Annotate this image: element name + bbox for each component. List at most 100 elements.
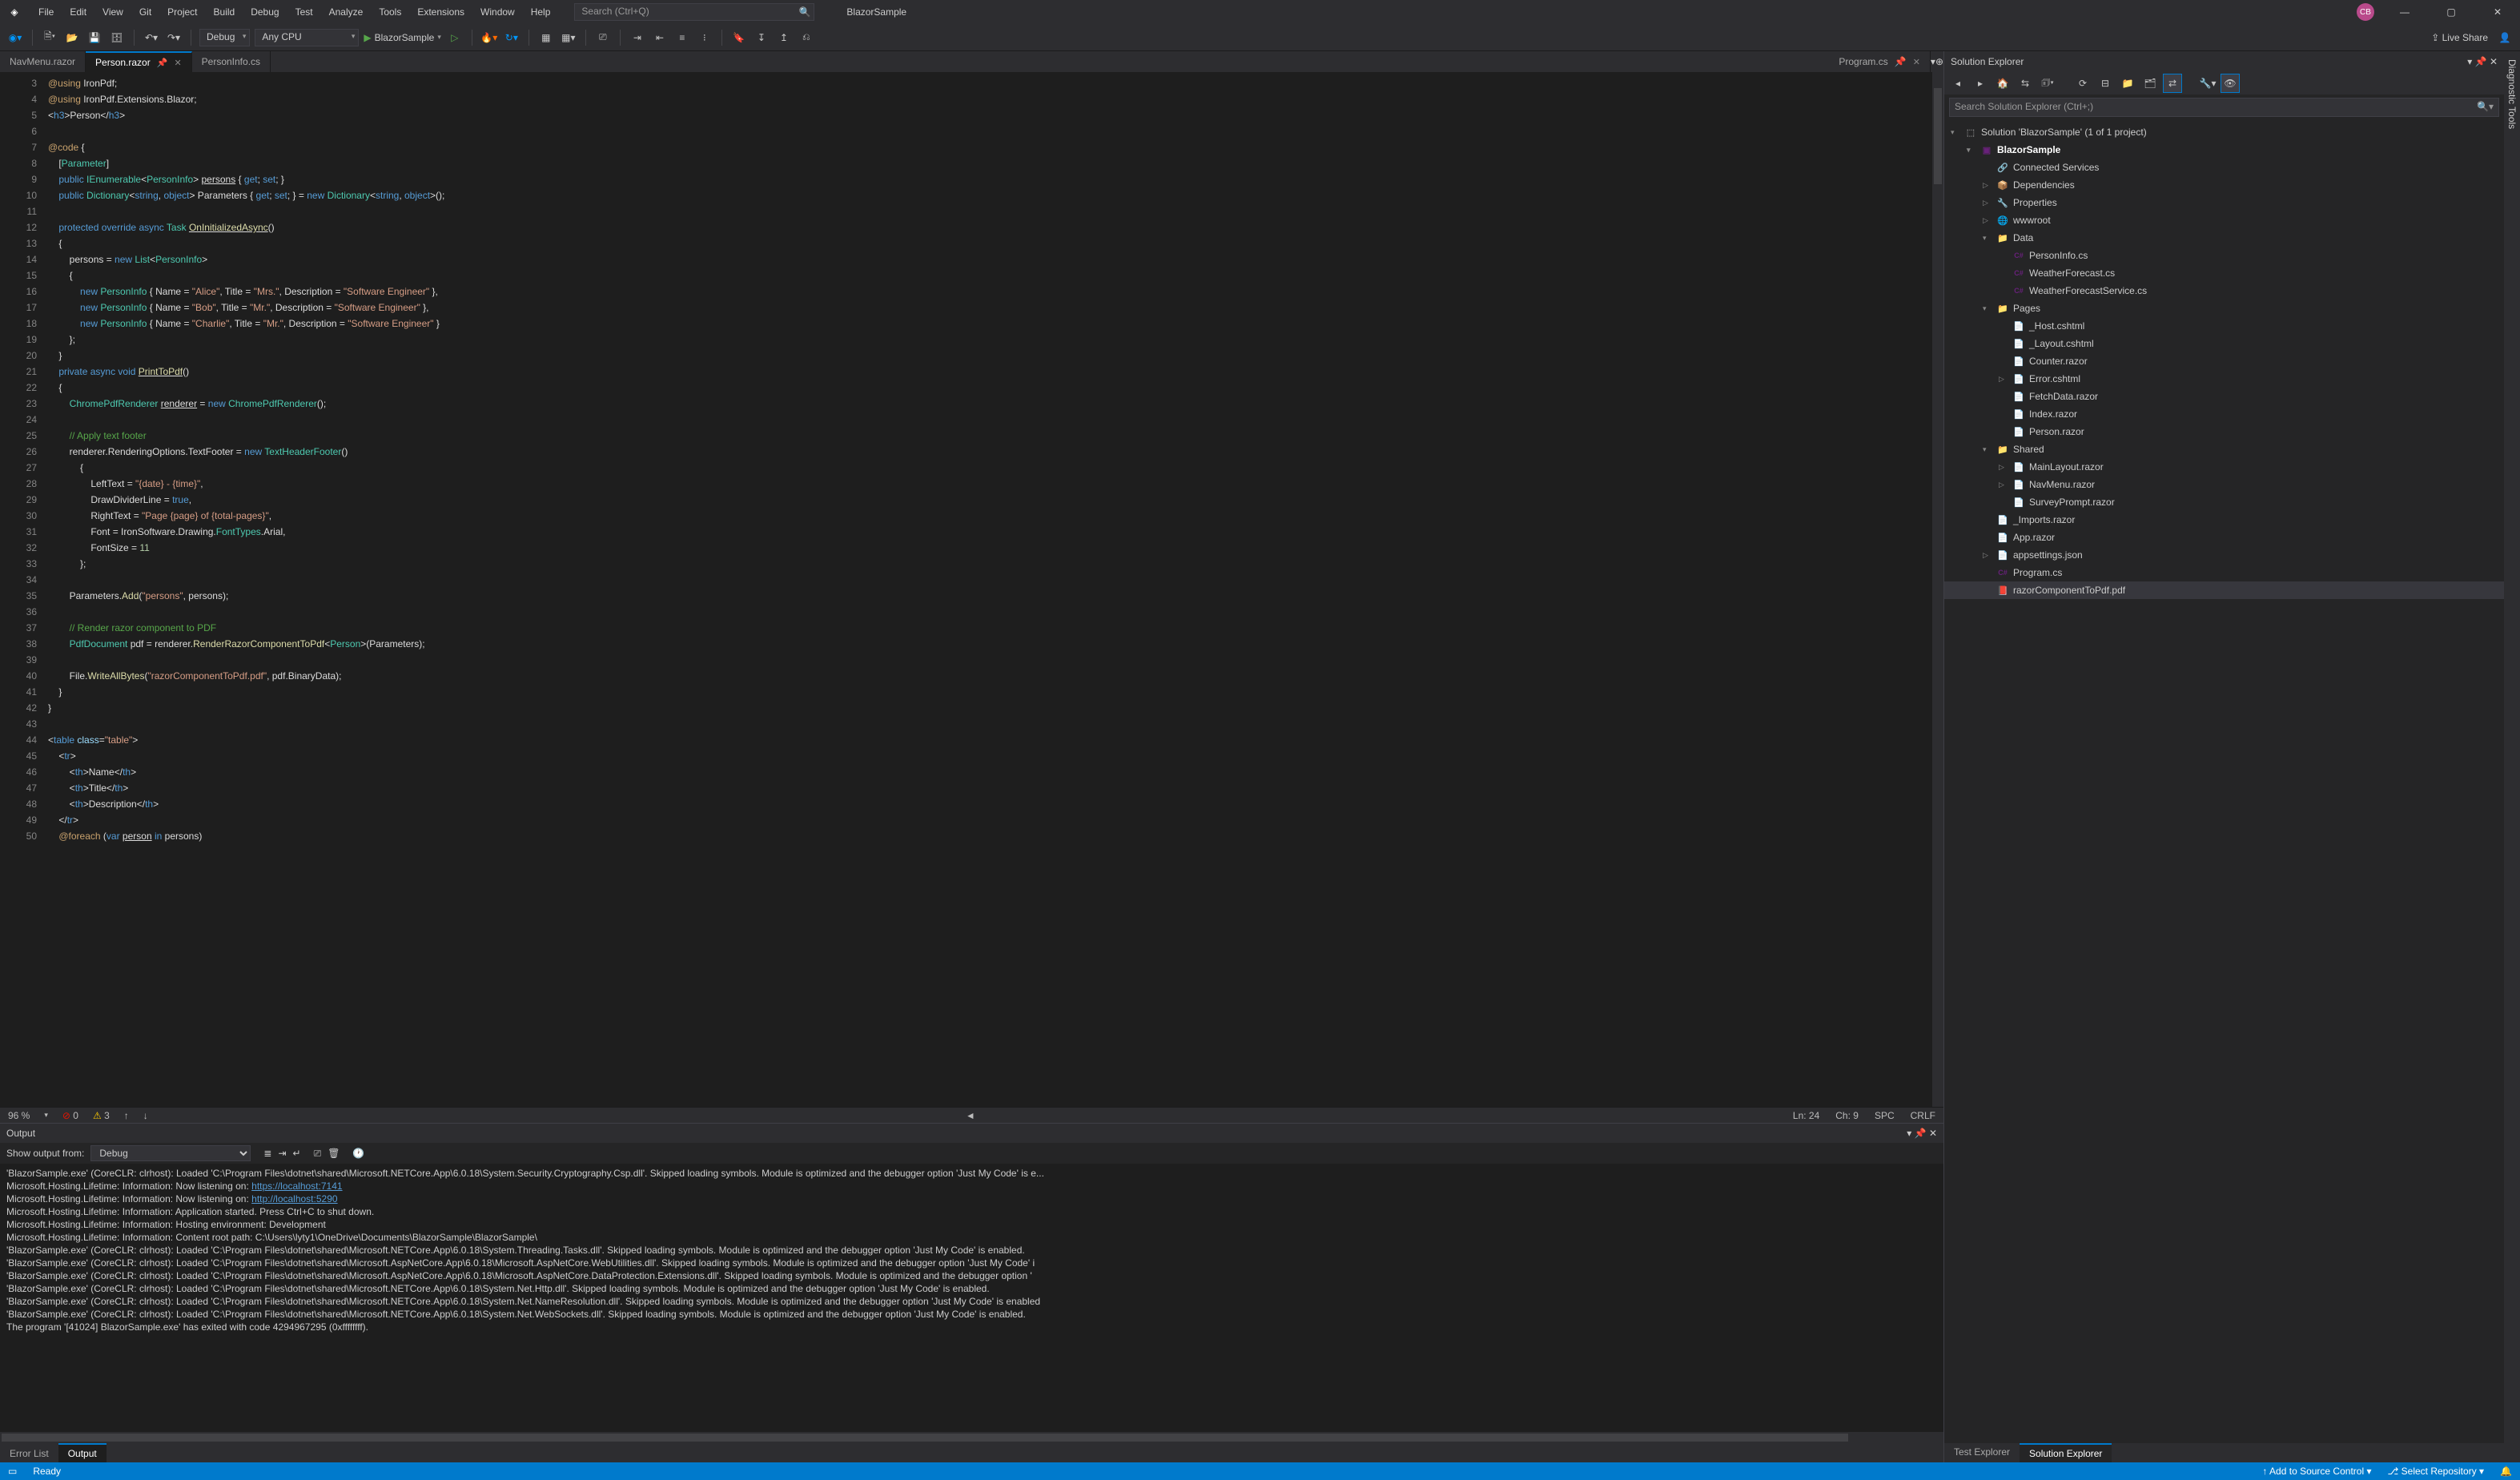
close-button[interactable]: ✕ [2482, 6, 2514, 18]
tree-item[interactable]: 📄 _Imports.razor [1944, 511, 2504, 529]
hot-reload-icon[interactable]: 🔥▾ [480, 29, 498, 46]
menu-edit[interactable]: Edit [62, 3, 94, 21]
add-source-control-button[interactable]: ↑ Add to Source Control ▾ [2262, 1466, 2371, 1477]
pin-icon[interactable]: 📌 [1895, 56, 1907, 67]
t4-icon[interactable]: ⇥ [629, 29, 646, 46]
tree-item[interactable]: ▷ 📦 Dependencies [1944, 176, 2504, 194]
sol-refresh-icon[interactable]: ⟳ [2074, 74, 2092, 92]
t8-icon[interactable]: ↧ [753, 29, 770, 46]
tree-item[interactable]: C# PersonInfo.cs [1944, 247, 2504, 264]
close-tab-icon[interactable]: ✕ [174, 58, 181, 68]
select-repository-button[interactable]: ⎇ Select Repository ▾ [2387, 1466, 2484, 1477]
sol-filter-icon[interactable]: 🗊▾ [2039, 74, 2056, 92]
home-icon[interactable]: 🏠 [1994, 74, 2012, 92]
tree-item[interactable]: 📄 _Layout.cshtml [1944, 335, 2504, 352]
menu-test[interactable]: Test [287, 3, 321, 21]
pin-icon[interactable]: 📌 [157, 58, 168, 68]
redo-icon[interactable]: ↷▾ [165, 29, 183, 46]
tree-item[interactable]: 📄 FetchData.razor [1944, 388, 2504, 405]
sol-dropdown-icon[interactable]: ▾ [2467, 56, 2472, 67]
expand-icon[interactable]: ▷ [1999, 375, 2008, 384]
output-textarea[interactable]: 'BlazorSample.exe' (CoreCLR: clrhost): L… [0, 1164, 1943, 1432]
sol-t1-icon[interactable]: 🗂 [2141, 74, 2159, 92]
tab-person[interactable]: Person.razor 📌 ✕ [86, 51, 192, 72]
sol-pin-icon[interactable]: 📌 [2475, 56, 2487, 67]
panel-dropdown-icon[interactable]: ▾ [1907, 1128, 1911, 1139]
menu-window[interactable]: Window [472, 3, 523, 21]
t9-icon[interactable]: ↥ [775, 29, 793, 46]
scrollbar-thumb[interactable] [1934, 88, 1942, 184]
tree-item[interactable]: 🔗 Connected Services [1944, 159, 2504, 176]
panel-pin-icon[interactable]: 📌 [1915, 1128, 1927, 1139]
tree-item[interactable]: ▷ 📄 Error.cshtml [1944, 370, 2504, 388]
live-share-button[interactable]: ⇪ Live Share [2431, 32, 2488, 43]
tree-item[interactable]: 📕 razorComponentToPdf.pdf [1944, 581, 2504, 599]
menu-tools[interactable]: Tools [371, 3, 409, 21]
global-search-input[interactable]: Search (Ctrl+Q) 🔍 [574, 3, 814, 21]
tab-add-icon[interactable]: ⊕ [1935, 56, 1943, 67]
output-wrap-icon[interactable]: ↵ [293, 1148, 301, 1159]
code-editor[interactable]: 3 4 5 6 7 8 9 10 11 12 13 14 15 16 17 18… [0, 72, 1943, 1107]
minimize-button[interactable]: — [2389, 6, 2421, 18]
notifications-icon[interactable]: 🔔 [2500, 1466, 2512, 1477]
sol-showall-icon[interactable]: 📁 [2119, 74, 2136, 92]
output-source-select[interactable]: Debug [90, 1145, 251, 1161]
expand-icon[interactable]: ▾ [1951, 128, 1960, 137]
tree-item[interactable]: 📄 App.razor [1944, 529, 2504, 546]
expand-icon[interactable]: ▷ [1983, 551, 1992, 560]
solution-tree[interactable]: ▾ ⬚ Solution 'BlazorSample' (1 of 1 proj… [1944, 120, 2504, 1443]
menu-project[interactable]: Project [159, 3, 205, 21]
tree-solution-root[interactable]: ▾ ⬚ Solution 'BlazorSample' (1 of 1 proj… [1944, 123, 2504, 141]
t3-icon[interactable]: ⎚ [594, 29, 612, 46]
tree-item[interactable]: ▾ 📁 Shared [1944, 440, 2504, 458]
zoom-level[interactable]: 96 % [8, 1110, 30, 1121]
vertical-scrollbar[interactable] [1932, 72, 1943, 1107]
menu-build[interactable]: Build [206, 3, 243, 21]
menu-extensions[interactable]: Extensions [409, 3, 472, 21]
start-debug-button[interactable]: ▶ BlazorSample ▾ [364, 32, 440, 43]
expand-icon[interactable]: ▾ [1967, 146, 1976, 155]
tree-item[interactable]: 📄 SurveyPrompt.razor [1944, 493, 2504, 511]
tree-project[interactable]: ▾ ▣ BlazorSample [1944, 141, 2504, 159]
menu-file[interactable]: File [30, 3, 62, 21]
sol-back-icon[interactable]: ◂ [1949, 74, 1967, 92]
t7-icon[interactable]: ⁝ [696, 29, 713, 46]
expand-icon[interactable]: ▾ [1983, 304, 1992, 313]
menu-debug[interactable]: Debug [243, 3, 287, 21]
output-clock-icon[interactable]: 🕐 [352, 1148, 364, 1159]
tree-item[interactable]: C# Program.cs [1944, 564, 2504, 581]
sol-properties-icon[interactable]: 🔧▾ [2199, 74, 2217, 92]
undo-icon[interactable]: ↶▾ [143, 29, 160, 46]
tree-item[interactable]: ▷ 📄 NavMenu.razor [1944, 476, 2504, 493]
sol-preview-icon[interactable]: 👁 [2221, 74, 2239, 92]
expand-icon[interactable]: ▾ [1983, 234, 1992, 243]
save-all-icon[interactable]: 🗄 [108, 29, 126, 46]
nav-down-icon[interactable]: ↓ [143, 1110, 148, 1121]
tree-item[interactable]: 📄 _Host.cshtml [1944, 317, 2504, 335]
tab-solution-explorer[interactable]: Solution Explorer [2020, 1443, 2112, 1462]
tree-item[interactable]: 📄 Index.razor [1944, 405, 2504, 423]
lineend-crlf[interactable]: CRLF [1911, 1110, 1935, 1121]
solution-search-input[interactable]: Search Solution Explorer (Ctrl+;) 🔍▾ [1949, 98, 2499, 117]
expand-icon[interactable]: ▾ [1983, 445, 1992, 454]
close-tab-icon[interactable]: ✕ [1913, 57, 1920, 67]
menu-help[interactable]: Help [523, 3, 559, 21]
nav-back-icon[interactable]: ◉▾ [6, 29, 24, 46]
admin-icon[interactable]: 👤 [2496, 29, 2514, 46]
tab-navmenu[interactable]: NavMenu.razor [0, 51, 86, 72]
new-project-icon[interactable]: 🗎▾ [41, 29, 58, 46]
tree-item[interactable]: ▷ 📄 MainLayout.razor [1944, 458, 2504, 476]
errors-count[interactable]: ⊘ 0 [62, 1110, 78, 1121]
t1-icon[interactable]: ▦ [537, 29, 555, 46]
sol-collapse-icon[interactable]: ⊟ [2096, 74, 2114, 92]
start-nodebug-icon[interactable]: ▷ [446, 29, 464, 46]
tree-item[interactable]: C# WeatherForecastService.cs [1944, 282, 2504, 300]
output-clear-icon[interactable]: 🗑 [328, 1148, 340, 1159]
warnings-count[interactable]: ⚠ 3 [93, 1110, 110, 1121]
maximize-button[interactable]: ▢ [2435, 6, 2467, 18]
bookmark-icon[interactable]: 🔖 [730, 29, 748, 46]
sol-t2-icon[interactable]: ⇄ [2164, 74, 2181, 92]
expand-icon[interactable]: ▷ [1999, 481, 2008, 489]
expand-icon[interactable]: ▷ [1983, 181, 1992, 190]
menu-git[interactable]: Git [131, 3, 159, 21]
